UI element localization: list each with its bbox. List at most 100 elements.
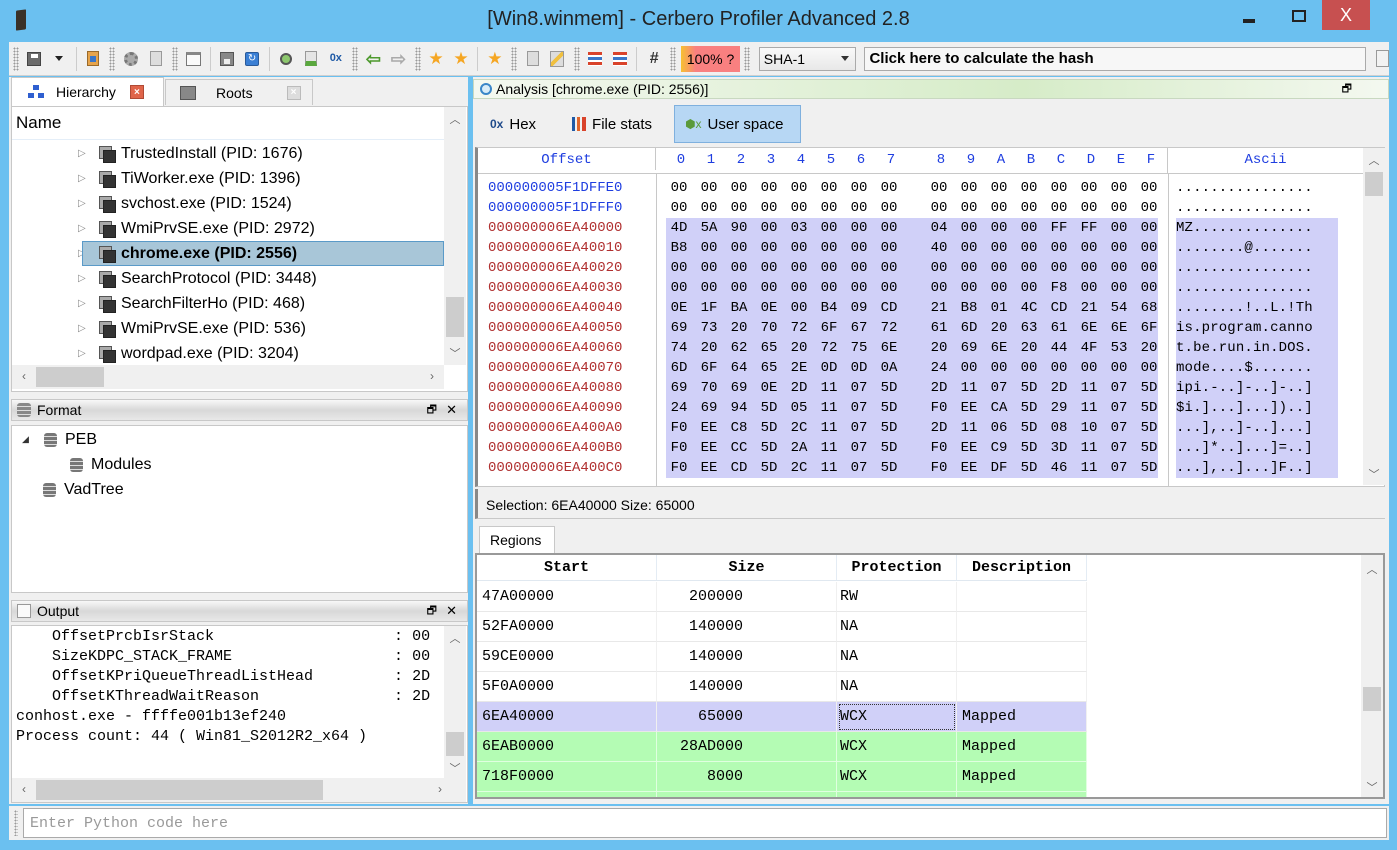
hex-byte[interactable]: 6E [874, 338, 904, 358]
hex-byte[interactable]: 70 [754, 318, 784, 338]
forward-button[interactable]: ⇨ [388, 48, 409, 70]
region-size[interactable]: 140000 [657, 642, 837, 672]
hex-byte[interactable]: 46 [1044, 458, 1074, 478]
hex-byte[interactable]: 2D [1044, 378, 1074, 398]
region-description[interactable] [957, 582, 1087, 612]
region-row[interactable]: 52FA0000 140000 NA [477, 612, 1087, 642]
hex-byte[interactable]: 0E [664, 298, 694, 318]
hex-byte[interactable]: 00 [874, 258, 904, 278]
hex-byte[interactable]: 2C [784, 418, 814, 438]
hex-byte[interactable]: 63 [1014, 318, 1044, 338]
hex-byte[interactable]: 11 [814, 378, 844, 398]
hex-ascii[interactable]: ................ [1176, 198, 1338, 218]
tree-vscrollbar[interactable]: ︿ ﹀ [444, 107, 466, 365]
scroll-thumb[interactable] [446, 297, 464, 337]
region-size[interactable]: 140000 [657, 612, 837, 642]
hex-byte[interactable]: 53 [1104, 338, 1134, 358]
hex-byte[interactable]: 61 [1044, 318, 1074, 338]
process-item[interactable]: ▷ svchost.exe (PID: 1524) [12, 191, 444, 216]
hex-byte[interactable]: 5D [1134, 398, 1164, 418]
hex-byte[interactable]: 00 [844, 238, 874, 258]
hex-byte[interactable]: 6E [1074, 318, 1104, 338]
hex-byte[interactable]: DF [984, 458, 1014, 478]
region-protection[interactable]: RW [837, 582, 957, 612]
hex-byte[interactable]: 00 [724, 238, 754, 258]
hex-byte[interactable]: 2E [784, 358, 814, 378]
hex-byte[interactable]: 00 [814, 178, 844, 198]
hex-byte[interactable]: 00 [954, 258, 984, 278]
hex-byte[interactable]: 5D [874, 378, 904, 398]
hex-byte[interactable]: 21 [1074, 298, 1104, 318]
hex-byte[interactable]: 00 [874, 218, 904, 238]
hex-byte[interactable]: 2A [784, 438, 814, 458]
hex-row[interactable]: 000000005F1DFFF0 00 00 00 00 00 00 00 00 00 00 00 00… [478, 198, 1363, 218]
hex-byte[interactable]: 00 [664, 258, 694, 278]
hex-byte[interactable]: 5D [1014, 438, 1044, 458]
hex-byte[interactable]: 54 [1104, 298, 1134, 318]
process-item[interactable]: ▷chrome.exe (PID: 2556) [12, 241, 444, 266]
process-label-wrap[interactable]: SearchFilterHo (PID: 468) [82, 291, 444, 316]
hex-row[interactable]: 000000006EA40000 4D 5A 90 00 03 00 00 00 04 00 00 00… [478, 218, 1363, 238]
region-protection[interactable]: WCX [837, 732, 957, 762]
script-button[interactable] [522, 48, 543, 70]
hex-byte[interactable]: 07 [1104, 438, 1134, 458]
hex-byte[interactable]: 2C [784, 458, 814, 478]
hex-byte[interactable]: 69 [954, 338, 984, 358]
hex-byte[interactable]: 61 [924, 318, 954, 338]
hex-byte[interactable]: F0 [664, 458, 694, 478]
hex-byte[interactable]: 5D [874, 438, 904, 458]
hex-byte[interactable]: 5D [1134, 458, 1164, 478]
hex-byte[interactable]: 00 [724, 258, 754, 278]
process-item[interactable]: ▷ SearchProtocol (PID: 3448) [12, 266, 444, 291]
scroll-thumb[interactable] [36, 780, 323, 800]
collapse-icon[interactable]: ◢ [22, 434, 30, 445]
process-label-wrap[interactable]: chrome.exe (PID: 2556) [82, 241, 444, 266]
hex-bytes[interactable]: 00 00 00 00 00 00 00 00 00 00 00 00 00 00 00 00 [666, 178, 1158, 198]
maximize-button[interactable] [1276, 0, 1322, 32]
hex-row[interactable]: 000000006EA40080 69 70 69 0E 2D 11 07 5D 2D 11 07 5D… [478, 378, 1363, 398]
hex-byte[interactable]: 00 [1134, 178, 1164, 198]
hex-byte[interactable]: 70 [694, 378, 724, 398]
hex-byte[interactable]: CA [984, 398, 1014, 418]
bookmark-globe-button[interactable]: ★ [426, 48, 447, 70]
toolbar-grip[interactable] [352, 46, 358, 71]
hash-algorithm-select[interactable]: SHA-1 [758, 46, 857, 71]
scroll-thumb[interactable] [446, 732, 464, 756]
hex-ascii[interactable]: MZ.............. [1176, 218, 1338, 238]
region-row[interactable]: 59CE0000 140000 NA [477, 642, 1087, 672]
hex-bytes[interactable]: 00 00 00 00 00 00 00 00 00 00 00 00 00 00 00 00 [666, 198, 1158, 218]
hex-byte[interactable]: 00 [1134, 198, 1164, 218]
hex-byte[interactable]: 00 [844, 218, 874, 238]
hex-byte[interactable]: F0 [924, 398, 954, 418]
hex-byte[interactable]: 75 [844, 338, 874, 358]
hex-byte[interactable]: 07 [844, 458, 874, 478]
tab-regions[interactable]: Regions [479, 526, 555, 553]
hex-byte[interactable]: 11 [1074, 378, 1104, 398]
scroll-left-icon[interactable]: ‹ [16, 782, 32, 802]
back-button[interactable]: ⇦ [363, 48, 384, 70]
hex-byte[interactable]: 00 [844, 258, 874, 278]
hex-bytes[interactable]: B8 00 00 00 00 00 00 00 40 00 00 00 00 00 00 00 [666, 238, 1158, 258]
hex-byte[interactable]: 00 [1134, 258, 1164, 278]
hex-bytes[interactable]: F0 EE CD 5D 2C 11 07 5D F0 EE DF 5D 46 11 07 5D [666, 458, 1158, 478]
hex-byte[interactable]: 00 [1014, 178, 1044, 198]
region-protection[interactable]: NA [837, 642, 957, 672]
float-panel-icon[interactable]: 🗗 [1342, 80, 1352, 99]
hex-view[interactable]: Offset 0123456789ABCDEF Ascii 000000005F… [475, 147, 1385, 487]
hex-byte[interactable]: 00 [784, 278, 814, 298]
hex-byte[interactable]: 07 [984, 378, 1014, 398]
hex-ascii[interactable]: ........@....... [1176, 238, 1338, 258]
hex-bytes[interactable]: 4D 5A 90 00 03 00 00 00 04 00 00 00 FF FF 00 00 [666, 218, 1158, 238]
tab-file-stats[interactable]: File stats [562, 105, 662, 143]
hex-byte[interactable]: 4D [664, 218, 694, 238]
region-start[interactable]: 6EA40000 [477, 702, 657, 732]
toolbar-grip[interactable] [744, 46, 750, 71]
toolbar-grip[interactable] [573, 46, 580, 71]
hex-byte[interactable]: CD [874, 298, 904, 318]
float-panel-icon[interactable]: 🗗 [427, 401, 437, 420]
hex-byte[interactable]: 20 [1134, 338, 1164, 358]
hex-byte[interactable]: 2D [924, 378, 954, 398]
hex-byte[interactable]: 00 [924, 178, 954, 198]
hex-byte[interactable]: CD [1044, 298, 1074, 318]
region-row[interactable]: 718F0000 8000 WCX Mapped [477, 762, 1087, 792]
